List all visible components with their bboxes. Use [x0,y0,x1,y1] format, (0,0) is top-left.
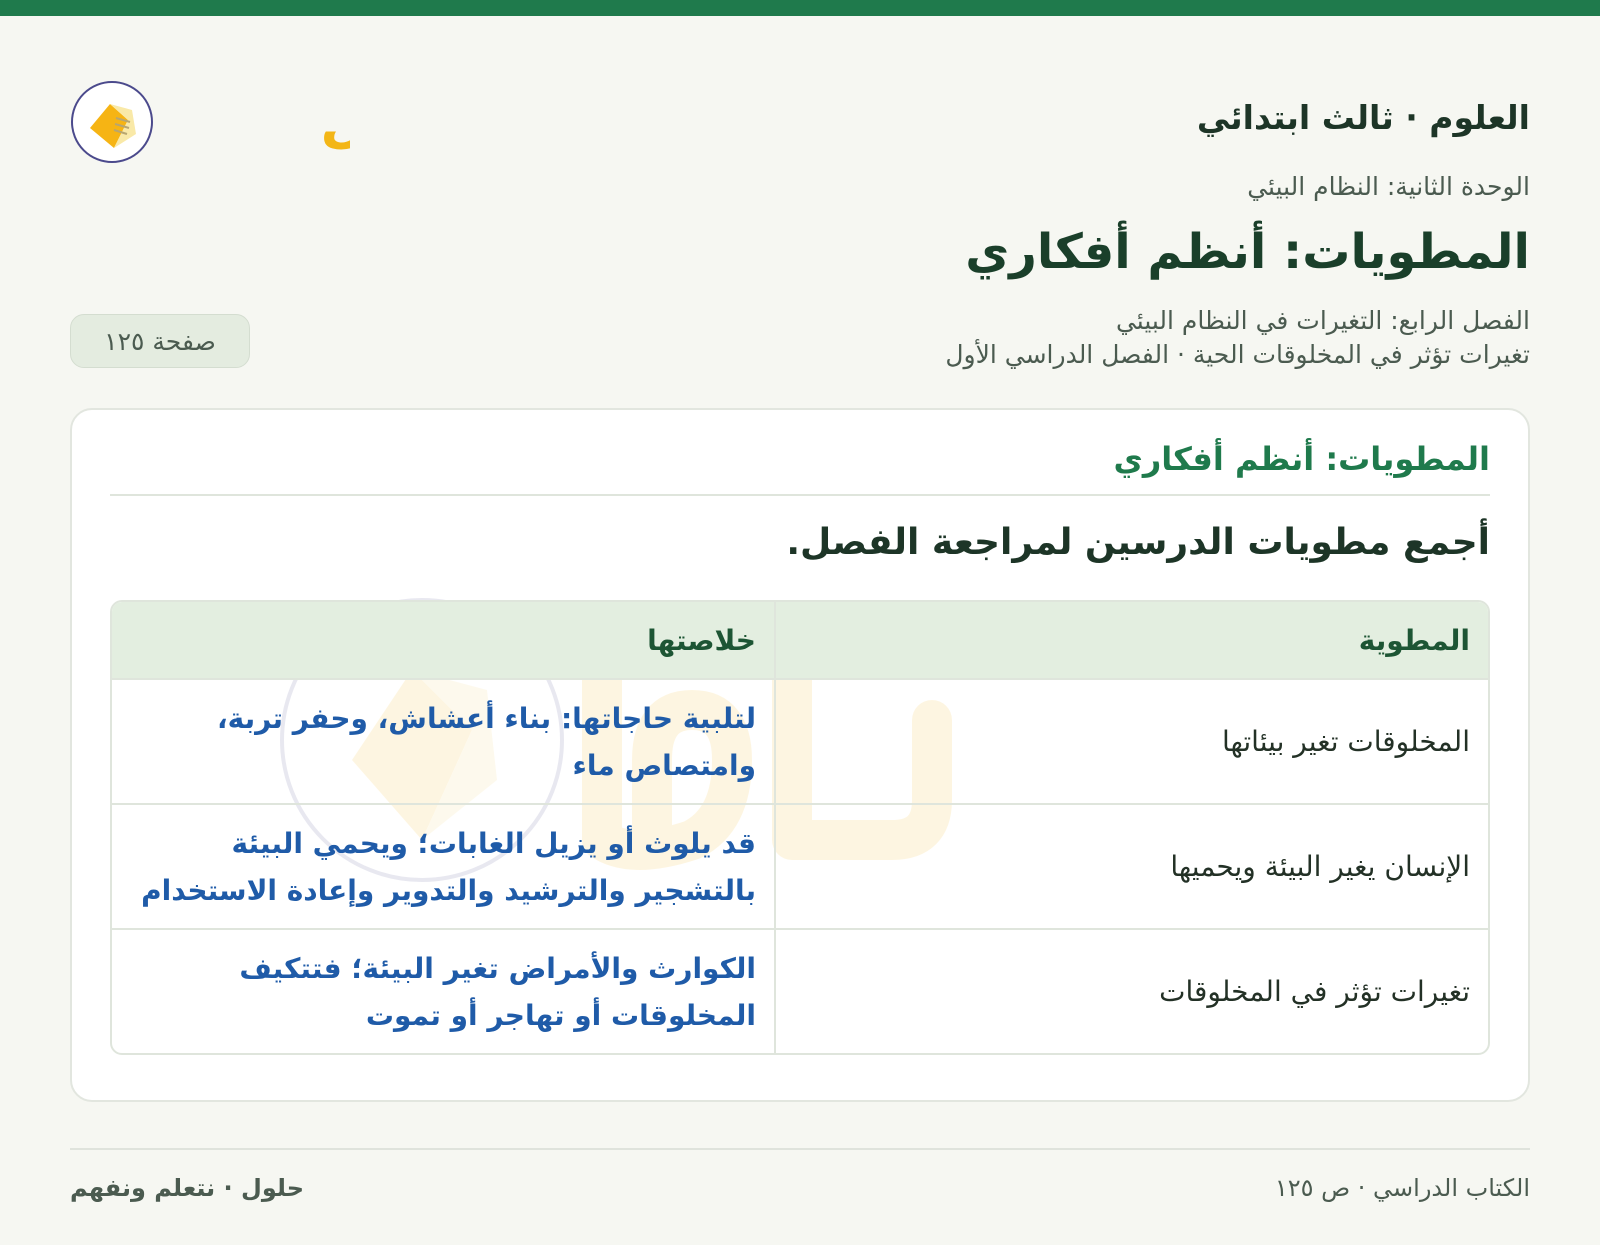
footer-book-reference: الكتاب الدراسي · ص ١٢٥ [1274,1174,1530,1202]
instruction-text: أجمع مطويات الدرسين لمراجعة الفصل. [786,522,1490,563]
page-container: العلوم · ثالث ابتدائي حلول الوحدة الثاني… [70,16,1530,1245]
foldables-card: المطويات: أنظم أفكاري أجمع مطويات الدرسي… [70,408,1530,1102]
logo-wordmark: حلول [320,86,350,155]
fold-cell: المخلوقات تغير بيئاتها [774,678,1488,804]
table-row: الإنسان يغير البيئة ويحميها قد يلوث أو ي… [112,803,1488,929]
fold-cell: الإنسان يغير البيئة ويحميها [774,803,1488,929]
column-header-fold: المطوية [774,602,1488,679]
subject-title: العلوم · ثالث ابتدائي [1196,98,1530,137]
summary-cell: لتلبية حاجاتها: بناء أعشاش، وحفر تربة، و… [112,678,775,804]
table-header-row: المطوية خلاصتها [112,602,1488,679]
page-number-badge: صفحة ١٢٥ [70,314,250,368]
top-accent-bar [0,0,1600,16]
page-header: العلوم · ثالث ابتدائي حلول [70,76,1530,186]
column-header-summary: خلاصتها [112,602,775,679]
footer-divider [70,1148,1530,1150]
summary-cell: قد يلوث أو يزيل الغابات؛ ويحمي البيئة با… [112,803,775,929]
page-title: المطويات: أنظم أفكاري [965,224,1530,280]
table-row: المخلوقات تغير بيئاتها لتلبية حاجاتها: ب… [112,678,1488,804]
footer-brand[interactable]: حلول · نتعلم ونفهم [70,1174,304,1202]
fold-cell: تغيرات تؤثر في المخلوقات [774,928,1488,1053]
logo-icon: حلول [71,81,472,163]
summary-cell: الكوارث والأمراض تغير البيئة؛ فتتكيف الم… [112,928,775,1053]
unit-label: الوحدة الثانية: النظام البيئي [1247,172,1530,201]
table-row: تغيرات تؤثر في المخلوقات الكوارث والأمرا… [112,928,1488,1053]
chapter-label: الفصل الرابع: التغيرات في النظام البيئي [1115,306,1530,335]
foldables-table: المطوية خلاصتها المخلوقات تغير بيئاتها ل… [110,600,1490,1055]
card-divider [110,494,1490,496]
site-logo[interactable]: حلول [70,76,472,176]
lesson-label: تغيرات تؤثر في المخلوقات الحية · الفصل ا… [945,340,1530,369]
card-heading: المطويات: أنظم أفكاري [1113,440,1490,478]
